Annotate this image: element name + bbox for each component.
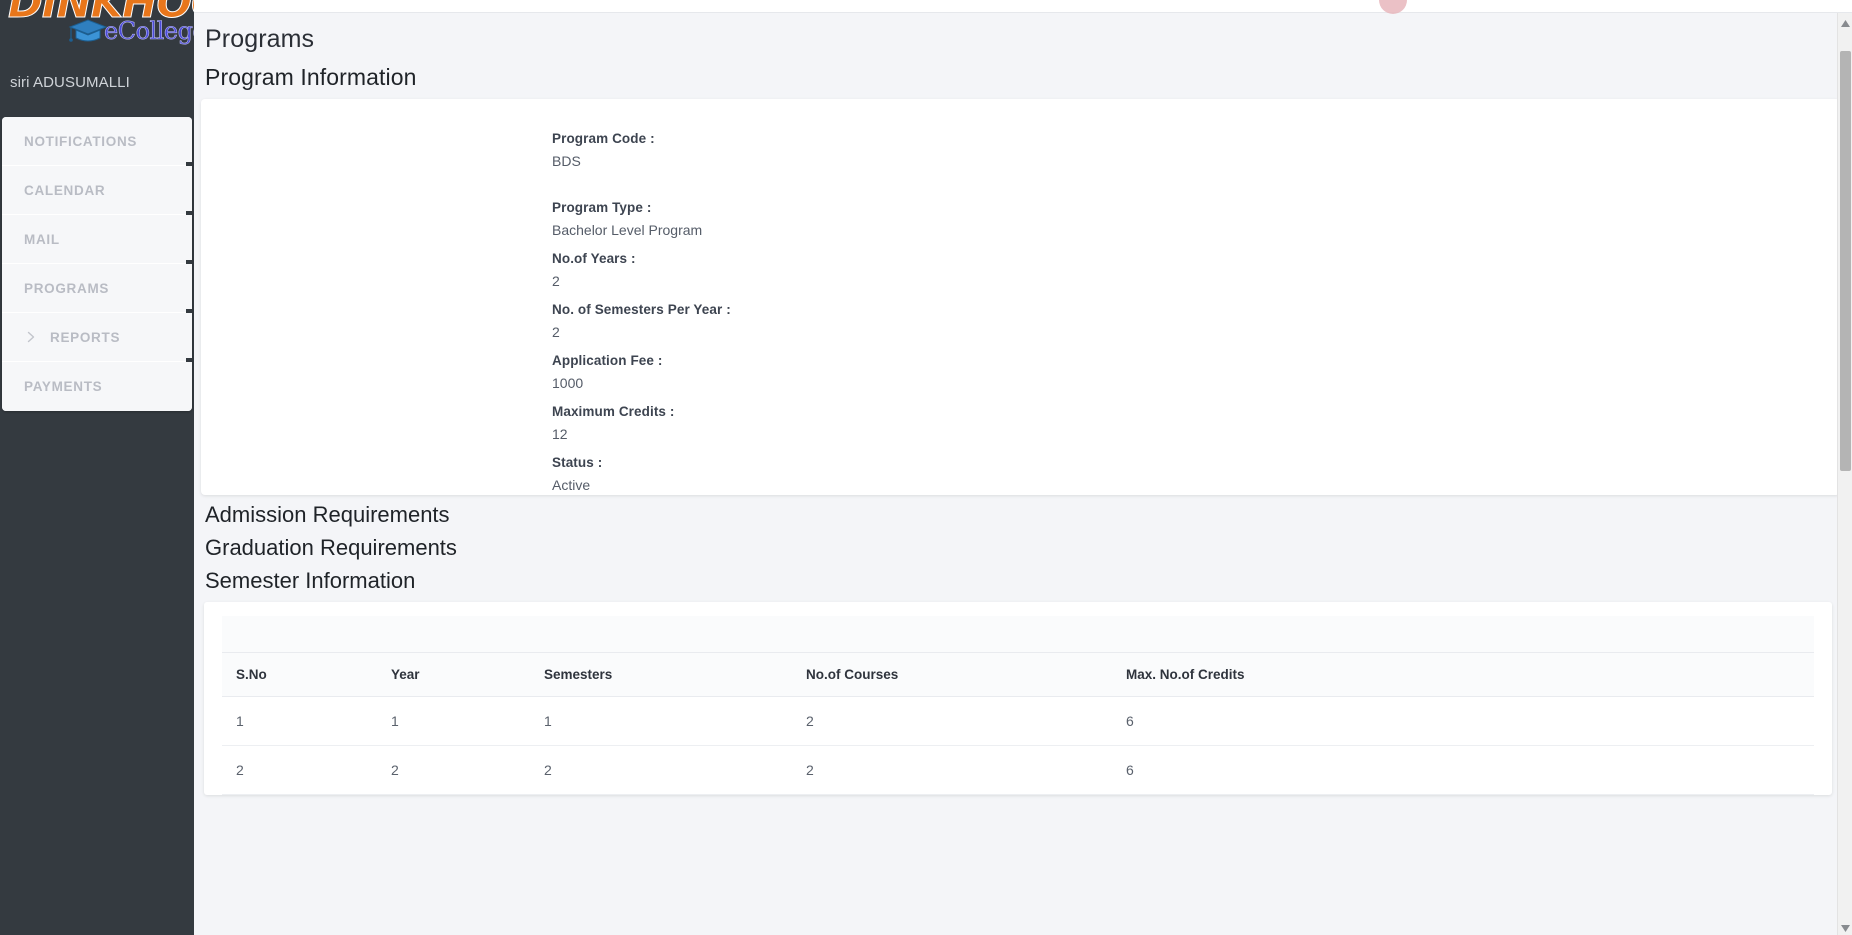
graduation-cap-icon	[68, 18, 108, 42]
sidebar-item-label: CALENDAR	[24, 182, 106, 198]
program-information-card: Program Code : BDS Program Type : Bachel…	[201, 99, 1840, 495]
field-no-of-years: No.of Years : 2	[552, 247, 1840, 292]
field-label: Program Code :	[552, 131, 655, 146]
field-label: Application Fee :	[552, 353, 663, 368]
program-info-list: Program Code : BDS Program Type : Bachel…	[201, 99, 1840, 496]
column-header-no-of-courses[interactable]: No.of Courses	[792, 653, 1112, 697]
field-value: 2	[552, 273, 560, 289]
field-value: 12	[552, 426, 568, 442]
vertical-scrollbar[interactable]	[1837, 13, 1852, 935]
sidebar-nav: NOTIFICATIONS CALENDAR MAIL PROGRAMS REP…	[2, 117, 192, 411]
chevron-right-icon	[24, 330, 38, 344]
page-content: Programs Program Information Program Cod…	[194, 13, 1852, 935]
page-title: Programs	[205, 25, 315, 53]
app-root: DINKHOO! eCollege siri ADUSUMALLI NOTIFI…	[0, 0, 1852, 935]
field-value: Bachelor Level Program	[552, 222, 703, 238]
cell-courses: 2	[792, 696, 1112, 746]
field-status: Status : Active	[552, 451, 1840, 496]
sidebar-item-mail[interactable]: MAIL	[2, 215, 192, 266]
field-maximum-credits: Maximum Credits : 12	[552, 400, 1840, 445]
table-head: S.No Year Semesters No.of Courses Max. N…	[222, 653, 1814, 697]
table-body: 1 1 1 2 6 2 2 2 2 6	[222, 696, 1814, 795]
table-row[interactable]: 2 2 2 2 6	[222, 745, 1814, 795]
sidebar-item-notifications[interactable]: NOTIFICATIONS	[2, 117, 192, 168]
sidebar-item-label: REPORTS	[50, 329, 121, 345]
sidebar-item-programs[interactable]: PROGRAMS	[2, 264, 192, 315]
field-value: Active	[552, 477, 591, 493]
section-heading-admission-requirements[interactable]: Admission Requirements	[194, 495, 1852, 528]
column-header-sno[interactable]: S.No	[222, 653, 377, 697]
section-heading-graduation-requirements[interactable]: Graduation Requirements	[194, 528, 1852, 561]
field-label: Maximum Credits :	[552, 404, 675, 419]
top-bar	[194, 0, 1852, 14]
field-no-of-semesters-per-year: No. of Semesters Per Year : 2	[552, 298, 1840, 343]
sidebar-item-label: PROGRAMS	[24, 280, 110, 296]
field-value: BDS	[552, 153, 581, 169]
semester-information-card: S.No Year Semesters No.of Courses Max. N…	[204, 602, 1832, 795]
scrollbar-thumb[interactable]	[1840, 51, 1851, 471]
brand-subtext: eCollege	[104, 17, 194, 46]
field-program-type: Program Type : Bachelor Level Program	[552, 196, 1840, 241]
cell-credits: 6	[1112, 696, 1814, 746]
cell-courses: 2	[792, 745, 1112, 795]
scroll-up-arrow-icon[interactable]	[1840, 16, 1851, 27]
column-header-semesters[interactable]: Semesters	[530, 653, 792, 697]
section-heading-program-information[interactable]: Program Information	[194, 54, 1852, 99]
sidebar-item-label: MAIL	[24, 231, 60, 247]
sidebar-item-label: PAYMENTS	[24, 379, 103, 394]
sidebar-item-calendar[interactable]: CALENDAR	[2, 166, 192, 217]
cell-sno: 1	[222, 696, 377, 746]
scroll-down-arrow-icon[interactable]	[1840, 921, 1851, 932]
table-toolbar	[222, 616, 1814, 653]
brand-logo[interactable]: DINKHOO! eCollege	[0, 0, 194, 58]
cell-sno: 2	[222, 745, 377, 795]
field-value: 2	[552, 324, 560, 340]
field-program-code: Program Code : BDS	[552, 127, 1840, 172]
column-header-max-no-of-credits[interactable]: Max. No.of Credits	[1112, 653, 1814, 697]
semester-table: S.No Year Semesters No.of Courses Max. N…	[222, 653, 1814, 795]
cell-year: 2	[377, 745, 530, 795]
cell-semesters: 2	[530, 745, 792, 795]
table-header-row: S.No Year Semesters No.of Courses Max. N…	[222, 653, 1814, 697]
sidebar-item-payments[interactable]: PAYMENTS	[2, 362, 192, 411]
cell-semesters: 1	[530, 696, 792, 746]
cell-year: 1	[377, 696, 530, 746]
field-label: Program Type :	[552, 200, 652, 215]
sidebar-item-reports[interactable]: REPORTS	[2, 313, 192, 364]
field-label: Status :	[552, 455, 603, 470]
cell-credits: 6	[1112, 745, 1814, 795]
sidebar: DINKHOO! eCollege siri ADUSUMALLI NOTIFI…	[0, 0, 194, 935]
column-header-year[interactable]: Year	[377, 653, 530, 697]
field-value: 1000	[552, 375, 584, 391]
main-area: Programs Program Information Program Cod…	[194, 0, 1852, 935]
field-label: No.of Years :	[552, 251, 636, 266]
field-label: No. of Semesters Per Year :	[552, 302, 731, 317]
user-name: siri ADUSUMALLI	[10, 74, 130, 91]
avatar[interactable]	[1379, 0, 1407, 14]
table-row[interactable]: 1 1 1 2 6	[222, 696, 1814, 746]
section-heading-semester-information[interactable]: Semester Information	[194, 561, 1852, 594]
field-application-fee: Application Fee : 1000	[552, 349, 1840, 394]
sidebar-item-label: NOTIFICATIONS	[24, 133, 138, 149]
